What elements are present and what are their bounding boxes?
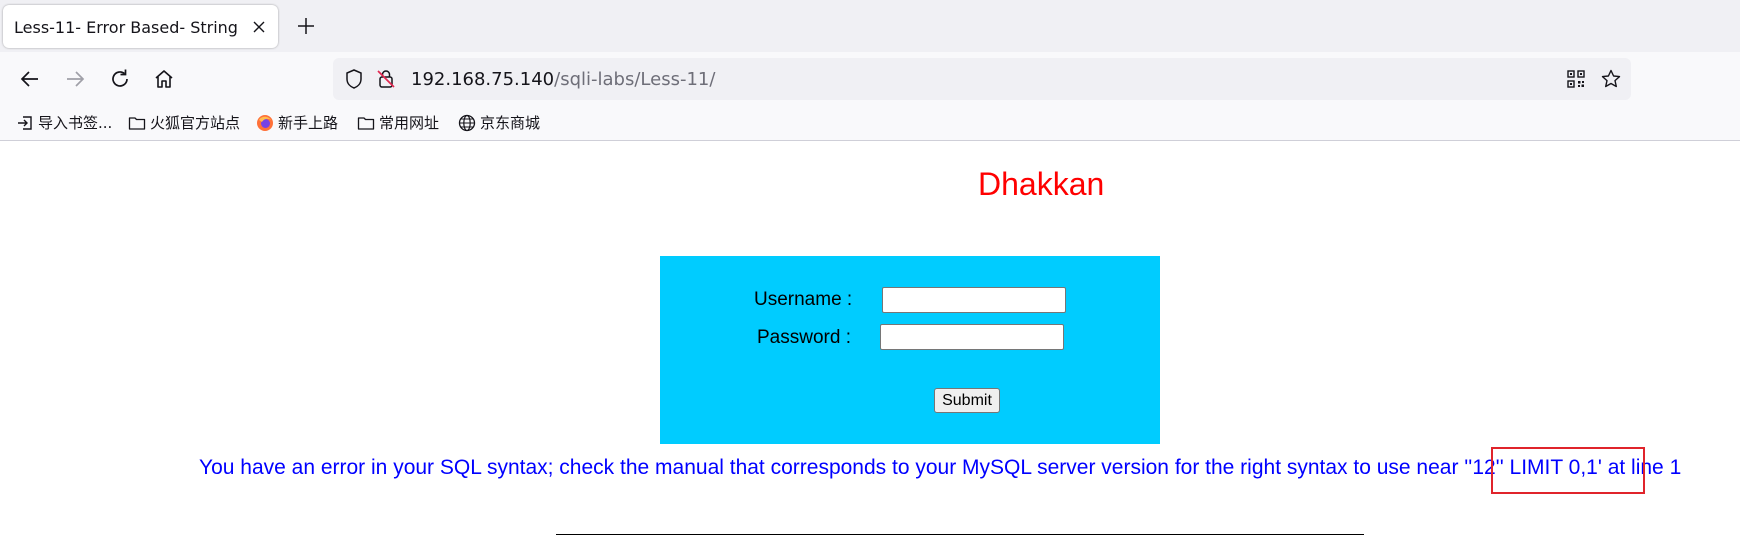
bookmark-firefox-site[interactable]: 火狐官方站点 xyxy=(128,112,240,133)
highlight-box xyxy=(1491,447,1645,494)
back-arrow-icon[interactable] xyxy=(18,67,42,91)
password-input[interactable] xyxy=(880,324,1064,350)
home-icon[interactable] xyxy=(152,67,176,91)
star-icon[interactable] xyxy=(1600,68,1622,90)
bookmark-label: 导入书签... xyxy=(38,114,113,132)
bookmarks-toolbar: 导入书签... 火狐官方站点 新手上路 常用网址 京东商城 xyxy=(0,106,1740,141)
bookmark-getting-started[interactable]: 新手上路 xyxy=(256,112,338,133)
submit-button[interactable]: Submit xyxy=(934,388,1000,413)
reload-icon[interactable] xyxy=(108,67,132,91)
plus-icon[interactable] xyxy=(295,15,317,37)
close-icon[interactable] xyxy=(248,16,270,38)
bookmark-jd-mall[interactable]: 京东商城 xyxy=(458,112,540,133)
import-icon xyxy=(18,115,32,130)
sql-error-message: You have an error in your SQL syntax; ch… xyxy=(199,456,1682,479)
bookmark-label: 火狐官方站点 xyxy=(150,114,241,132)
bookmark-label: 新手上路 xyxy=(278,114,339,132)
page-title: Dhakkan xyxy=(978,166,1105,202)
folder-icon xyxy=(128,116,146,130)
bookmark-label: 常用网址 xyxy=(379,114,440,132)
bookmark-import[interactable]: 导入书签... xyxy=(16,112,112,133)
username-input[interactable] xyxy=(882,287,1066,313)
globe-icon xyxy=(458,114,476,131)
navigation-bar: 192.168.75.140/sqli-labs/Less-11/ xyxy=(0,52,1740,106)
qr-code-icon[interactable] xyxy=(1565,68,1587,90)
firefox-icon xyxy=(257,114,273,131)
address-bar[interactable]: 192.168.75.140/sqli-labs/Less-11/ xyxy=(333,58,1631,100)
bookmark-label: 京东商城 xyxy=(480,114,541,132)
tab-strip: Less-11- Error Based- String xyxy=(0,0,1740,52)
login-form: Username : Password : Submit xyxy=(660,256,1160,444)
insecure-lock-icon[interactable] xyxy=(375,68,397,90)
url-text[interactable]: 192.168.75.140/sqli-labs/Less-11/ xyxy=(411,69,715,90)
forward-arrow-icon[interactable] xyxy=(63,67,87,91)
tab-title: Less-11- Error Based- String xyxy=(14,18,238,37)
username-label: Username : xyxy=(754,289,853,310)
url-host: 192.168.75.140 xyxy=(411,69,555,90)
url-path: /sqli-labs/Less-11/ xyxy=(554,69,716,90)
folder-icon xyxy=(357,116,375,130)
bookmark-common-sites[interactable]: 常用网址 xyxy=(357,112,439,133)
tab-active[interactable]: Less-11- Error Based- String xyxy=(3,5,278,48)
shield-icon[interactable] xyxy=(343,68,365,90)
password-label: Password : xyxy=(757,327,851,348)
